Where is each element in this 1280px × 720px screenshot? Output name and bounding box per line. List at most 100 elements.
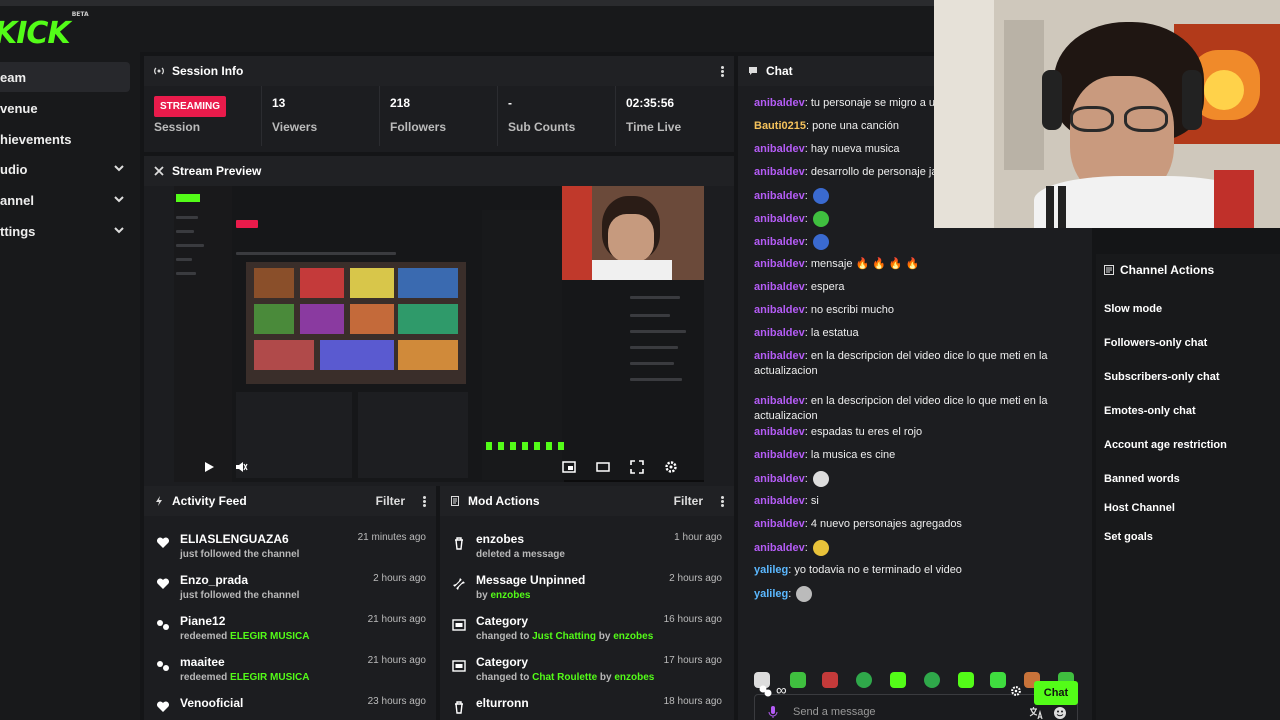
- chat-username[interactable]: anibaldev: [754, 213, 805, 225]
- chat-username[interactable]: anibaldev: [754, 518, 805, 530]
- activity-row: Piane12 redeemed ELEGIR MUSICA 21 hours …: [144, 610, 434, 651]
- sidebar-item-audio[interactable]: udio: [0, 154, 130, 184]
- preview-screen-content: [174, 186, 616, 482]
- send-chat-button[interactable]: Chat: [1034, 681, 1078, 705]
- mute-icon[interactable]: [234, 460, 248, 474]
- slow-mode-toggle[interactable]: Slow mode: [1104, 303, 1162, 315]
- stat-label: Time Live: [626, 120, 682, 134]
- stat-label: Session: [154, 120, 201, 134]
- chat-username[interactable]: anibaldev: [754, 542, 805, 554]
- emote-button[interactable]: [924, 672, 940, 688]
- mod-username[interactable]: enzobes: [490, 590, 530, 601]
- chat-username[interactable]: anibaldev: [754, 495, 805, 507]
- fullscreen-icon[interactable]: [630, 460, 644, 474]
- emote-button[interactable]: [890, 672, 906, 688]
- chat-text: desarrollo de personaje jaj: [810, 166, 940, 178]
- more-options-icon[interactable]: [423, 495, 426, 507]
- activity-row: Enzo_prada just followed the channel 2 h…: [144, 569, 434, 610]
- more-options-icon[interactable]: [721, 65, 724, 77]
- microphone-icon[interactable]: [767, 705, 779, 719]
- activity-name: ELIASLENGUAZA6: [180, 532, 289, 546]
- points-icon[interactable]: [758, 684, 774, 698]
- sidebar-item-label: venue: [0, 101, 38, 116]
- theater-mode-icon[interactable]: [596, 460, 610, 474]
- chat-message: anibaldev:: [754, 540, 1084, 556]
- gear-icon[interactable]: [1010, 685, 1022, 697]
- session-info-header: Session Info: [144, 56, 734, 86]
- chat-username[interactable]: yalileg: [754, 588, 788, 600]
- chat-username[interactable]: anibaldev: [754, 166, 805, 178]
- chat-message: anibaldev: espera: [754, 281, 845, 293]
- sidebar-item-channel[interactable]: annel: [0, 185, 130, 215]
- filter-button[interactable]: Filter: [674, 494, 703, 508]
- emotes-only-toggle[interactable]: Emotes-only chat: [1104, 405, 1196, 417]
- emote-button[interactable]: [958, 672, 974, 688]
- chat-message: anibaldev: no escribi mucho: [754, 304, 895, 316]
- chat-username[interactable]: anibaldev: [754, 327, 805, 339]
- emote-button[interactable]: [990, 672, 1006, 688]
- translate-icon[interactable]: [1029, 706, 1043, 720]
- subscribers-only-toggle[interactable]: Subscribers-only chat: [1104, 371, 1220, 383]
- chat-username[interactable]: anibaldev: [754, 350, 805, 362]
- chat-username[interactable]: anibaldev: [754, 426, 805, 438]
- status-badge: STREAMING: [154, 96, 226, 117]
- emote-image: [796, 586, 813, 602]
- chat-message: anibaldev: 4 nuevo personajes agregados: [754, 518, 962, 530]
- session-info-panel: Session Info STREAMING Session 13 Viewer…: [144, 56, 734, 152]
- activity-name: maaitee: [180, 655, 225, 669]
- host-channel-button[interactable]: Host Channel: [1104, 502, 1175, 514]
- webcam-overlay: [934, 0, 1280, 228]
- chat-username[interactable]: anibaldev: [754, 190, 805, 202]
- followers-only-toggle[interactable]: Followers-only chat: [1104, 337, 1207, 349]
- picture-in-picture-icon[interactable]: [562, 460, 576, 474]
- chat-username[interactable]: anibaldev: [754, 258, 805, 270]
- category-name[interactable]: Just Chatting: [532, 631, 596, 642]
- emote-button[interactable]: [790, 672, 806, 688]
- chat-username[interactable]: Bauti0215: [754, 120, 806, 132]
- chat-message: anibaldev: en la descripcion del video d…: [754, 395, 1048, 422]
- activity-name: Piane12: [180, 614, 226, 628]
- more-options-icon[interactable]: [721, 495, 724, 507]
- chat-username[interactable]: anibaldev: [754, 304, 805, 316]
- gear-icon[interactable]: [664, 460, 678, 474]
- chat-username[interactable]: anibaldev: [754, 473, 805, 485]
- mod-username[interactable]: enzobes: [613, 631, 653, 642]
- chat-username[interactable]: anibaldev: [754, 395, 805, 407]
- mod-action-row: Message Unpinned by enzobes 2 hours ago: [440, 569, 730, 610]
- activity-desc: redeemed ELEGIR MUSICA: [180, 631, 309, 642]
- banned-words-button[interactable]: Banned words: [1104, 473, 1180, 485]
- emote-button[interactable]: [822, 672, 838, 688]
- kick-logo[interactable]: KICKBETA: [0, 11, 89, 51]
- sidebar-item-settings[interactable]: ttings: [0, 216, 130, 246]
- chat-username[interactable]: anibaldev: [754, 143, 805, 155]
- stat-followers: 218 Followers: [380, 86, 498, 146]
- filter-button[interactable]: Filter: [376, 494, 405, 508]
- reward-name: ELEGIR MUSICA: [230, 631, 310, 642]
- mod-action-row: Category changed to Just Chatting by enz…: [440, 610, 730, 651]
- chat-username[interactable]: anibaldev: [754, 236, 805, 248]
- mod-action-desc: by enzobes: [476, 590, 530, 601]
- chat-username[interactable]: yalileg: [754, 564, 788, 576]
- chat-input[interactable]: Send a message: [754, 694, 1078, 720]
- chat-message: anibaldev:: [754, 471, 1084, 487]
- category-name[interactable]: Chat Roulette: [532, 672, 597, 683]
- emoji-icon[interactable]: [1053, 706, 1067, 720]
- mod-username[interactable]: enzobes: [614, 672, 654, 683]
- close-icon[interactable]: [154, 166, 164, 176]
- sidebar-item-revenue[interactable]: venue: [0, 93, 130, 123]
- sidebar-item-stream[interactable]: eam: [0, 62, 130, 92]
- emote-button[interactable]: [856, 672, 872, 688]
- chat-username[interactable]: anibaldev: [754, 449, 805, 461]
- stream-video[interactable]: [174, 186, 704, 482]
- sidebar-item-achievements[interactable]: hievements: [0, 124, 130, 154]
- mod-action-time: 16 hours ago: [663, 614, 722, 625]
- activity-time: 21 minutes ago: [357, 532, 426, 543]
- set-goals-button[interactable]: Set goals: [1104, 531, 1153, 543]
- chat-username[interactable]: anibaldev: [754, 281, 805, 293]
- play-icon[interactable]: [202, 460, 216, 474]
- mod-actions-panel: Mod Actions Filter enzobes deleted a mes…: [440, 486, 734, 720]
- chat-username[interactable]: anibaldev: [754, 97, 805, 109]
- points-icon: [157, 620, 169, 630]
- bolt-icon: [156, 496, 162, 506]
- account-age-toggle[interactable]: Account age restriction: [1104, 439, 1227, 451]
